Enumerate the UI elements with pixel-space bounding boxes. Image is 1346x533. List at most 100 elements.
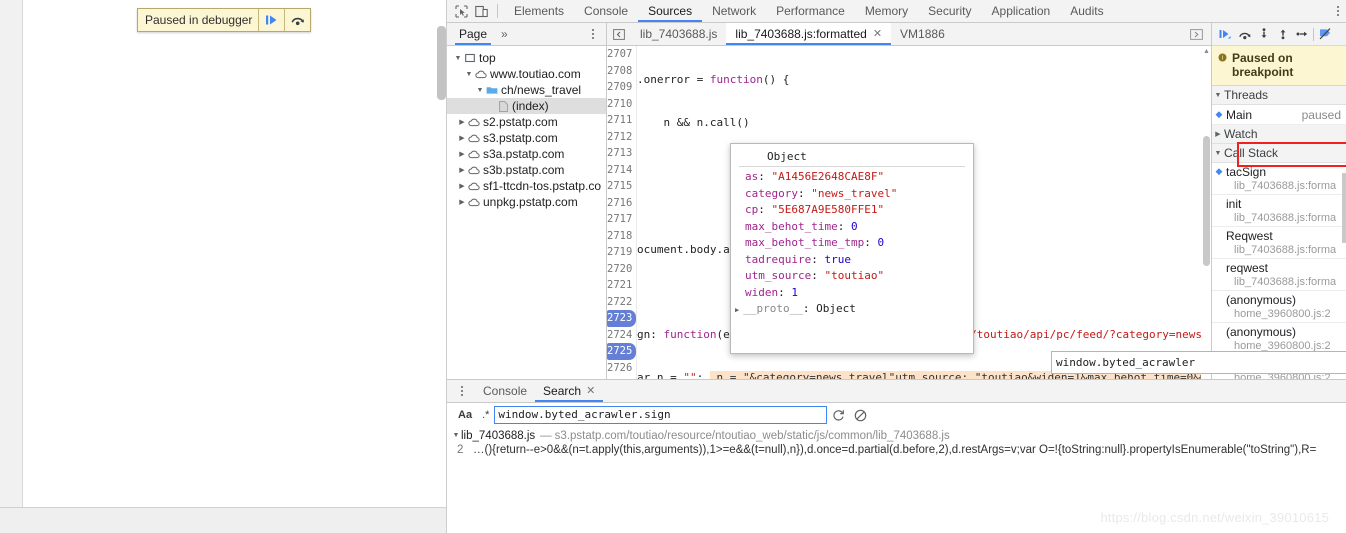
search-match-case-button[interactable]: Aa: [453, 409, 477, 421]
close-icon[interactable]: ✕: [586, 380, 595, 402]
call-stack-frame[interactable]: (anonymous) home_3960800.js:2: [1212, 291, 1346, 323]
drawer-tab-search[interactable]: Search ✕: [535, 380, 603, 402]
editor-tab-label: lib_7403688.js: [640, 27, 718, 41]
tree-node-label: s3.pstatp.com: [483, 131, 558, 145]
page-scrollbar[interactable]: [437, 26, 446, 100]
twisty-closed-icon[interactable]: ▶: [457, 198, 467, 206]
popup-property[interactable]: max_behot_time: 0: [745, 219, 973, 236]
twisty-closed-icon[interactable]: ▶: [457, 134, 467, 142]
tree-node-sf1-ttcdn-tos-pstatp-com[interactable]: ▶ sf1-ttcdn-tos.pstatp.co: [447, 178, 606, 194]
search-result-file[interactable]: ▼ lib_7403688.js — s3.pstatp.com/toutiao…: [447, 427, 1346, 444]
tree-node-label: top: [479, 51, 496, 65]
kebab-menu-icon[interactable]: [1329, 1, 1346, 21]
popup-property[interactable]: as: "A1456E2648CAE8F": [745, 169, 973, 186]
toolbar-divider: [1313, 27, 1314, 41]
tree-node-label: ch/news_travel: [501, 83, 582, 97]
step-out-icon[interactable]: [1273, 24, 1292, 44]
twisty-open-icon[interactable]: ▼: [1212, 150, 1224, 157]
tree-node-www-toutiao-com[interactable]: ▼ www.toutiao.com: [447, 66, 606, 82]
scroll-thumb[interactable]: [1203, 136, 1210, 266]
property-value: "5E687A9E580FFE1": [771, 203, 885, 216]
show-navigator-icon[interactable]: [609, 24, 629, 44]
popup-property[interactable]: category: "news_travel": [745, 186, 973, 203]
line-number: 2718: [607, 229, 633, 242]
deactivate-breakpoints-icon[interactable]: [1316, 24, 1335, 44]
popup-property[interactable]: tadrequire: true: [745, 252, 973, 269]
popup-property[interactable]: utm_source: "toutiao": [745, 268, 973, 285]
tree-node-top[interactable]: ▼ top: [447, 50, 606, 66]
thread-name: Main: [1226, 107, 1253, 122]
twisty-closed-icon[interactable]: ▶: [457, 150, 467, 158]
thread-row-main[interactable]: ◆ Main paused: [1212, 105, 1346, 125]
popup-property[interactable]: max_behot_time_tmp: 0: [745, 235, 973, 252]
frame-function: tacSign: [1226, 164, 1267, 179]
tab-memory[interactable]: Memory: [855, 0, 918, 22]
tree-node-label: (index): [512, 99, 549, 113]
tab-network[interactable]: Network: [702, 0, 766, 22]
tree-node-index[interactable]: (index): [447, 98, 606, 114]
section-watch[interactable]: ▶ Watch: [1212, 125, 1346, 144]
twisty-open-icon[interactable]: ▼: [451, 432, 461, 439]
tab-sources[interactable]: Sources: [638, 0, 702, 22]
section-call-stack[interactable]: ▼ Call Stack: [1212, 144, 1346, 163]
show-execution-point-icon[interactable]: [1186, 24, 1206, 44]
clear-icon[interactable]: [849, 405, 871, 425]
editor-tab-lib-js[interactable]: lib_7403688.js: [631, 23, 726, 45]
drawer-tab-console[interactable]: Console: [475, 380, 535, 402]
step-over-icon[interactable]: [1235, 24, 1254, 44]
tab-performance[interactable]: Performance: [766, 0, 855, 22]
call-stack-frame[interactable]: reqwest lib_7403688.js:forma: [1212, 259, 1346, 291]
tab-elements[interactable]: Elements: [504, 0, 574, 22]
property-key: widen: [745, 285, 779, 299]
step-icon[interactable]: [1292, 24, 1311, 44]
tree-node-s3a-pstatp-com[interactable]: ▶ s3a.pstatp.com: [447, 146, 606, 162]
twisty-closed-icon[interactable]: ▶: [457, 182, 467, 190]
find-input[interactable]: window.byted_acrawler: [1052, 356, 1346, 369]
editor-tab-vm1886[interactable]: VM1886: [891, 23, 954, 45]
tree-node-s2-pstatp-com[interactable]: ▶ s2.pstatp.com: [447, 114, 606, 130]
cloud-icon: [467, 198, 481, 207]
tab-console[interactable]: Console: [574, 0, 638, 22]
twisty-open-icon[interactable]: ▼: [475, 87, 485, 94]
twisty-closed-icon[interactable]: ▶: [1212, 130, 1224, 138]
section-label: Call Stack: [1224, 146, 1279, 160]
search-regex-button[interactable]: .*: [477, 409, 494, 421]
resume-script-icon[interactable]: [1216, 24, 1235, 44]
tab-audits[interactable]: Audits: [1060, 0, 1113, 22]
popup-property[interactable]: ▶ __proto__: Object: [735, 301, 973, 319]
call-stack-frame[interactable]: Reqwest lib_7403688.js:forma: [1212, 227, 1346, 259]
call-stack-frame[interactable]: init lib_7403688.js:forma: [1212, 195, 1346, 227]
search-input[interactable]: [494, 406, 828, 424]
tree-node-unpkg-pstatp-com[interactable]: ▶ unpkg.pstatp.com: [447, 194, 606, 210]
twisty-closed-icon[interactable]: ▶: [457, 118, 467, 126]
call-stack-frame[interactable]: ◆ tacSign lib_7403688.js:forma: [1212, 163, 1346, 195]
twisty-open-icon[interactable]: ▼: [453, 55, 463, 62]
step-into-icon[interactable]: [1254, 24, 1273, 44]
page-content-canvas: [23, 0, 446, 508]
resume-play-icon[interactable]: [258, 9, 284, 31]
step-over-icon[interactable]: [284, 9, 310, 31]
refresh-icon[interactable]: [827, 405, 849, 425]
tree-node-ch-news-travel[interactable]: ▼ ch/news_travel: [447, 82, 606, 98]
inspect-element-icon[interactable]: [451, 1, 471, 21]
twisty-closed-icon[interactable]: ▶: [457, 166, 467, 174]
tree-node-s3-pstatp-com[interactable]: ▶ s3.pstatp.com: [447, 130, 606, 146]
tab-page[interactable]: Page: [455, 23, 491, 45]
twisty-closed-icon[interactable]: ▶: [735, 306, 743, 314]
tab-security[interactable]: Security: [918, 0, 981, 22]
navigator-more-tabs[interactable]: »: [501, 27, 508, 41]
section-threads[interactable]: ▼ Threads: [1212, 86, 1346, 105]
debugger-scrollbar[interactable]: [1342, 173, 1346, 243]
toggle-device-toolbar-icon[interactable]: [471, 1, 491, 21]
kebab-menu-icon[interactable]: [584, 24, 602, 44]
kebab-menu-icon[interactable]: [453, 381, 471, 401]
tab-application[interactable]: Application: [982, 0, 1061, 22]
twisty-open-icon[interactable]: ▼: [464, 71, 474, 78]
popup-property[interactable]: cp: "5E687A9E580FFE1": [745, 202, 973, 219]
close-icon[interactable]: ✕: [873, 23, 882, 45]
twisty-open-icon[interactable]: ▼: [1212, 92, 1224, 99]
editor-tab-lib-js-formatted[interactable]: lib_7403688.js:formatted ✕: [726, 23, 892, 45]
search-result-line[interactable]: 2 …(){return--e>0&&(n=t.apply(this,argum…: [447, 444, 1346, 460]
tree-node-s3b-pstatp-com[interactable]: ▶ s3b.pstatp.com: [447, 162, 606, 178]
popup-property[interactable]: widen: 1: [745, 285, 973, 302]
